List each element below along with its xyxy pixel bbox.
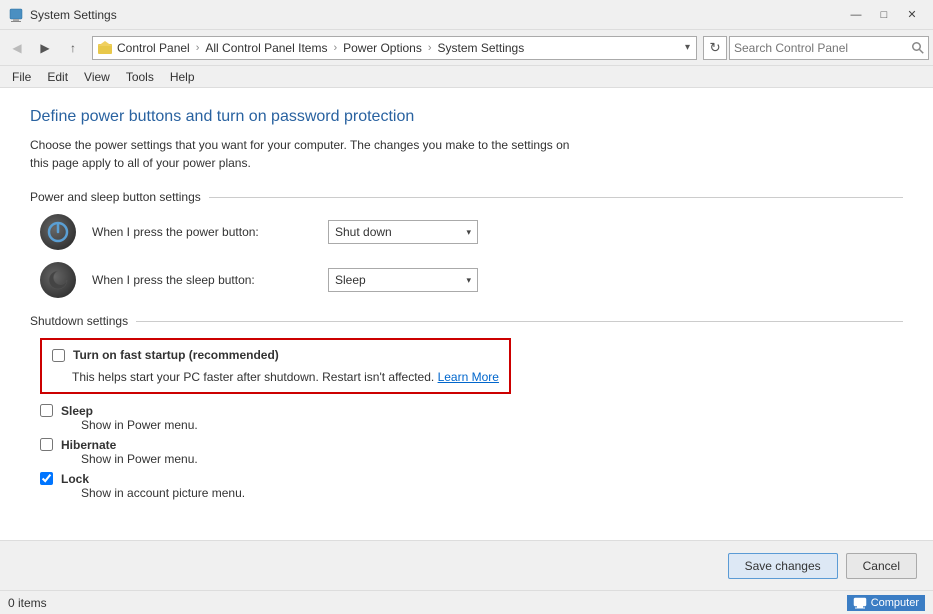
sleep-row: Sleep Show in Power menu. xyxy=(40,404,903,432)
power-button-value: Shut down xyxy=(335,225,392,239)
search-input[interactable] xyxy=(734,41,908,55)
address-icon xyxy=(97,40,113,56)
title-bar: System Settings — □ ✕ xyxy=(0,0,933,30)
minimize-button[interactable]: — xyxy=(843,5,869,25)
fast-startup-row: Turn on fast startup (recommended) xyxy=(52,348,499,362)
hibernate-sublabel: Show in Power menu. xyxy=(81,452,198,466)
power-button-label: When I press the power button: xyxy=(92,225,312,239)
search-icon xyxy=(912,42,924,54)
page-description: Choose the power settings that you want … xyxy=(30,136,590,172)
window-controls: — □ ✕ xyxy=(843,5,925,25)
maximize-button[interactable]: □ xyxy=(871,5,897,25)
sleep-button-value: Sleep xyxy=(335,273,366,287)
sleep-button-dropdown-arrow: ▾ xyxy=(466,275,471,286)
power-button-icon xyxy=(40,214,76,250)
sleep-button-dropdown[interactable]: Sleep ▾ xyxy=(328,268,478,292)
up-button[interactable]: ↑ xyxy=(60,35,86,61)
app-icon xyxy=(8,7,24,23)
fast-startup-box: Turn on fast startup (recommended) This … xyxy=(40,338,511,394)
sleep-button-icon xyxy=(40,262,76,298)
lock-sublabel: Show in account picture menu. xyxy=(81,486,245,500)
fast-startup-label: Turn on fast startup (recommended) xyxy=(73,348,279,362)
status-right: Computer xyxy=(847,595,925,611)
save-changes-button[interactable]: Save changes xyxy=(728,553,838,579)
hibernate-row: Hibernate Show in Power menu. xyxy=(40,438,903,466)
footer: Save changes Cancel xyxy=(0,540,933,590)
forward-button[interactable]: ▶ xyxy=(32,35,58,61)
address-bar: Control Panel › All Control Panel Items … xyxy=(92,36,697,60)
power-button-row: When I press the power button: Shut down… xyxy=(30,214,903,250)
back-button[interactable]: ◀ xyxy=(4,35,30,61)
fast-startup-description: This helps start your PC faster after sh… xyxy=(72,370,499,384)
search-bar xyxy=(729,36,929,60)
sleep-checkbox[interactable] xyxy=(40,404,53,417)
cancel-button[interactable]: Cancel xyxy=(846,553,917,579)
menu-help[interactable]: Help xyxy=(162,68,203,86)
shutdown-settings: Turn on fast startup (recommended) This … xyxy=(30,338,903,500)
lock-label: Lock xyxy=(61,472,89,486)
lock-row: Lock Show in account picture menu. xyxy=(40,472,903,500)
power-button-dropdown[interactable]: Shut down ▾ xyxy=(328,220,478,244)
learn-more-link[interactable]: Learn More xyxy=(438,370,499,384)
breadcrumb-control-panel[interactable]: Control Panel xyxy=(117,41,190,55)
hibernate-checkbox[interactable] xyxy=(40,438,53,451)
menu-file[interactable]: File xyxy=(4,68,39,86)
menu-bar: File Edit View Tools Help xyxy=(0,66,933,88)
main-content: Define power buttons and turn on passwor… xyxy=(0,88,933,540)
computer-status: Computer xyxy=(847,595,925,611)
computer-label: Computer xyxy=(871,597,919,609)
breadcrumb-all-items[interactable]: All Control Panel Items xyxy=(205,41,327,55)
fast-startup-checkbox[interactable] xyxy=(52,349,65,362)
breadcrumb-power-options[interactable]: Power Options xyxy=(343,41,422,55)
hibernate-label: Hibernate xyxy=(61,438,116,452)
close-button[interactable]: ✕ xyxy=(899,5,925,25)
shutdown-section-header: Shutdown settings xyxy=(30,314,903,328)
window-title: System Settings xyxy=(30,8,843,22)
sleep-button-label: When I press the sleep button: xyxy=(92,273,312,287)
sleep-label: Sleep xyxy=(61,404,93,418)
address-dropdown[interactable]: ▾ xyxy=(683,42,692,53)
menu-tools[interactable]: Tools xyxy=(118,68,162,86)
lock-checkbox[interactable] xyxy=(40,472,53,485)
menu-edit[interactable]: Edit xyxy=(39,68,76,86)
sleep-sublabel: Show in Power menu. xyxy=(81,418,198,432)
sleep-button-row: When I press the sleep button: Sleep ▾ xyxy=(30,262,903,298)
status-items-text: 0 items xyxy=(8,596,47,610)
page-title: Define power buttons and turn on passwor… xyxy=(30,108,903,126)
power-button-dropdown-arrow: ▾ xyxy=(466,227,471,238)
refresh-button[interactable]: ↻ xyxy=(703,36,727,60)
breadcrumb-system-settings[interactable]: System Settings xyxy=(438,41,525,55)
nav-bar: ◀ ▶ ↑ Control Panel › All Control Panel … xyxy=(0,30,933,66)
power-sleep-section-header: Power and sleep button settings xyxy=(30,190,903,204)
computer-icon xyxy=(853,597,867,609)
status-bar: 0 items Computer xyxy=(0,590,933,614)
menu-view[interactable]: View xyxy=(76,68,118,86)
